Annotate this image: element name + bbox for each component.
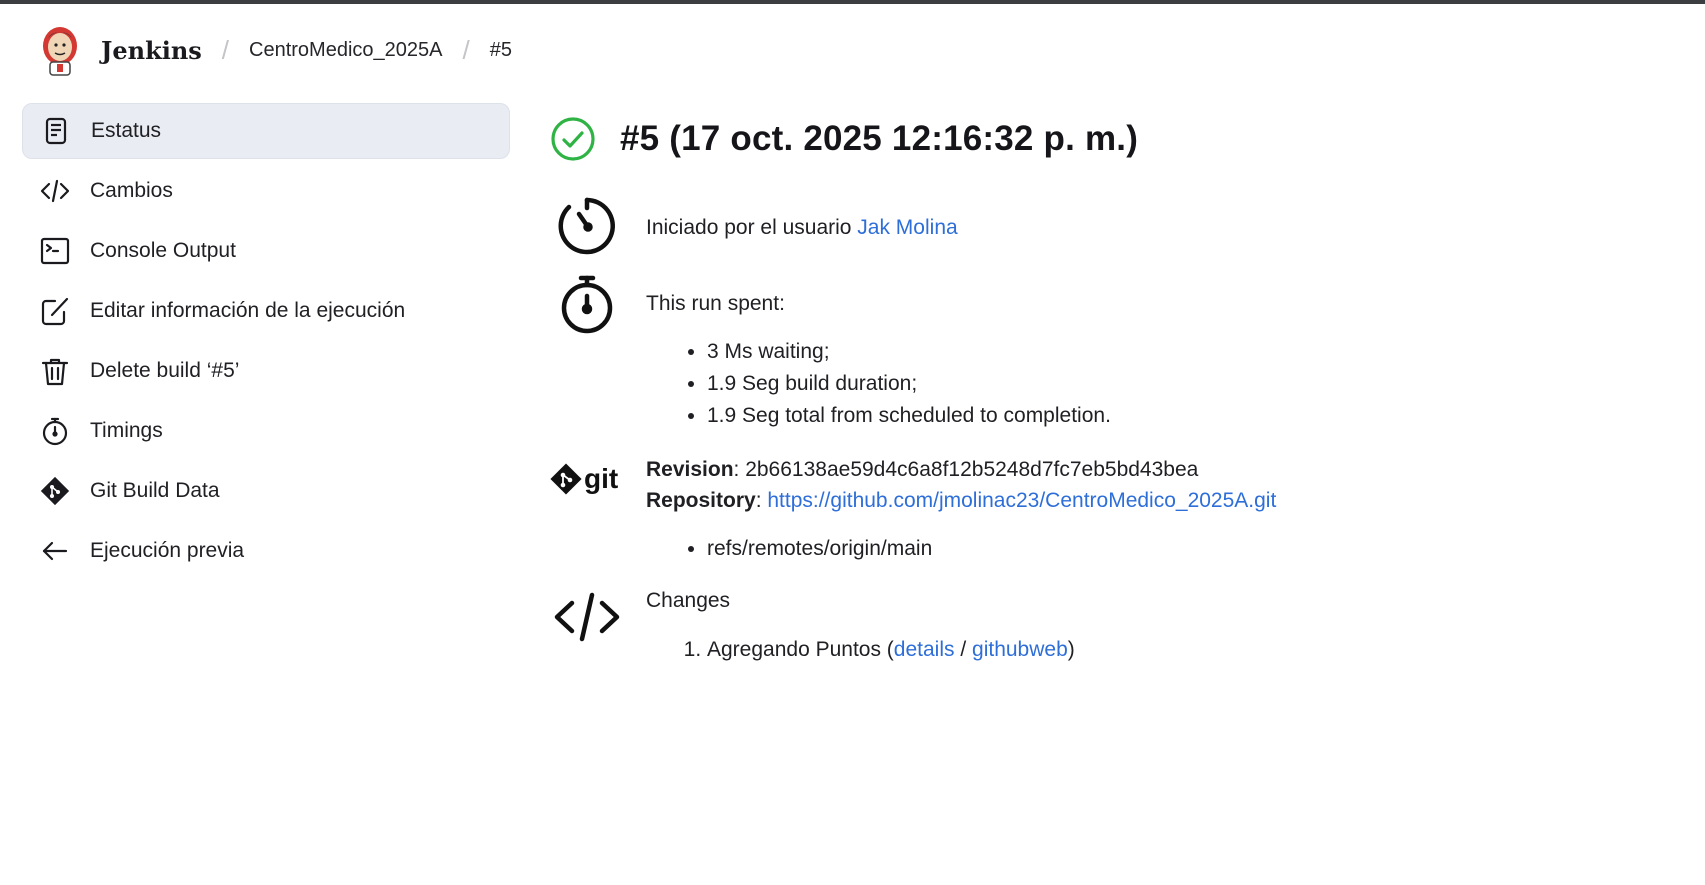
changes-body: Changes Agregando Puntos (details / gith… (646, 585, 1075, 666)
build-title-row: #5 (17 oct. 2025 12:16:32 p. m.) (550, 112, 1680, 166)
document-icon (41, 116, 71, 146)
arrow-left-icon (40, 536, 70, 566)
code-icon (40, 176, 70, 206)
started-by-text: Iniciado por el usuario Jak Molina (646, 194, 958, 258)
repository-label: Repository (646, 489, 756, 512)
brand-title[interactable]: Jenkins (101, 36, 202, 65)
sidebar-item-label: Editar información de la ejecución (90, 299, 406, 322)
jenkins-logo-icon[interactable] (38, 24, 82, 76)
list-item: 1.9 Seg total from scheduled to completi… (707, 400, 1111, 432)
list-item: 3 Ms waiting; (707, 336, 1111, 368)
revision-row: Revision: 2b66138ae59d4c6a8f12b5248d7fc7… (646, 458, 1199, 481)
sidebar-item-console-output[interactable]: Console Output (22, 223, 510, 279)
clock-icon (550, 194, 624, 258)
git-logo-icon: git (550, 454, 624, 565)
details-link[interactable]: details (894, 638, 955, 661)
sidebar-item-label: Cambios (90, 179, 173, 202)
page-header: Jenkins / CentroMedico_2025A / #5 (38, 24, 512, 76)
breadcrumb-separator: / (462, 34, 470, 65)
timing-section: This run spent: 3 Ms waiting; 1.9 Seg bu… (550, 272, 1680, 432)
sidebar: Estatus Cambios Console Output Editar in… (22, 103, 510, 583)
sidebar-item-estatus[interactable]: Estatus (22, 103, 510, 159)
git-section: git Revision: 2b66138ae59d4c6a8f12b5248d… (550, 454, 1680, 565)
breadcrumb-job[interactable]: CentroMedico_2025A (249, 39, 442, 62)
list-item: Agregando Puntos (details / githubweb) (707, 634, 1075, 666)
terminal-icon (40, 236, 70, 266)
revision-label: Revision (646, 458, 734, 481)
sidebar-item-git-build-data[interactable]: Git Build Data (22, 463, 510, 519)
revision-hash: 2b66138ae59d4c6a8f12b5248d7fc7eb5bd43bea (745, 458, 1199, 481)
stopwatch-icon (40, 416, 70, 446)
timing-body: This run spent: 3 Ms waiting; 1.9 Seg bu… (646, 272, 1111, 432)
timing-list: 3 Ms waiting; 1.9 Seg build duration; 1.… (707, 336, 1111, 432)
breadcrumb-build[interactable]: #5 (490, 39, 512, 62)
user-link[interactable]: Jak Molina (857, 216, 957, 239)
sidebar-item-label: Ejecución previa (90, 539, 245, 562)
top-bar (0, 0, 1705, 4)
page-title: #5 (17 oct. 2025 12:16:32 p. m.) (620, 119, 1139, 158)
success-check-icon (551, 117, 595, 161)
started-by-section: Iniciado por el usuario Jak Molina (550, 194, 1680, 258)
change-message: Agregando Puntos (707, 638, 881, 661)
sidebar-item-label: Delete build ‘#5’ (90, 359, 240, 382)
started-by-prefix: Iniciado por el usuario (646, 216, 858, 239)
changes-list: Agregando Puntos (details / githubweb) (707, 634, 1075, 666)
sidebar-item-label: Console Output (90, 239, 236, 262)
git-logo-text: git (584, 463, 618, 494)
list-item: 1.9 Seg build duration; (707, 368, 1111, 400)
changes-heading: Changes (646, 589, 731, 612)
sidebar-item-delete-build[interactable]: Delete build ‘#5’ (22, 343, 510, 399)
build-main: #5 (17 oct. 2025 12:16:32 p. m.) Iniciad… (550, 112, 1680, 666)
breadcrumb-separator: / (221, 34, 230, 65)
trash-icon (40, 356, 70, 386)
refs-list: refs/remotes/origin/main (707, 533, 1276, 565)
repository-link[interactable]: https://github.com/jmolinac23/CentroMedi… (767, 489, 1276, 512)
sidebar-item-label: Estatus (91, 119, 162, 142)
git-icon (40, 476, 70, 506)
changes-section: Changes Agregando Puntos (details / gith… (550, 585, 1680, 666)
stopwatch-icon (550, 272, 624, 432)
code-icon (550, 585, 624, 666)
sidebar-item-edit-build-info[interactable]: Editar información de la ejecución (22, 283, 510, 339)
edit-icon (40, 296, 70, 326)
sidebar-item-label: Timings (90, 419, 163, 442)
sidebar-item-timings[interactable]: Timings (22, 403, 510, 459)
list-item: refs/remotes/origin/main (707, 533, 1276, 565)
repository-row: Repository: https://github.com/jmolinac2… (646, 489, 1277, 512)
sidebar-item-previous-build[interactable]: Ejecución previa (22, 523, 510, 579)
githubweb-link[interactable]: githubweb (972, 638, 1068, 661)
git-body: Revision: 2b66138ae59d4c6a8f12b5248d7fc7… (646, 454, 1276, 565)
timing-heading: This run spent: (646, 292, 785, 315)
sidebar-item-cambios[interactable]: Cambios (22, 163, 510, 219)
sidebar-item-label: Git Build Data (90, 479, 220, 502)
